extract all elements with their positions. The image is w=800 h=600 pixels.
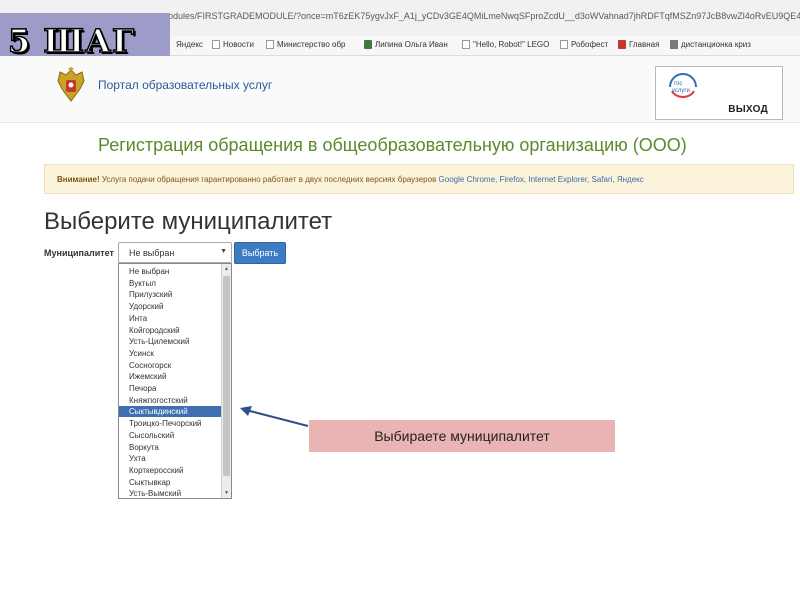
dropdown-option[interactable]: Сысольский (119, 430, 221, 441)
chevron-down-icon: ▼ (220, 248, 227, 255)
dropdown-option[interactable]: Сосногорск (119, 360, 221, 371)
bookmark-label: Министерство обр (277, 40, 346, 49)
browser-warning-alert: Внимание! Услуга подачи обращения гарант… (44, 164, 794, 194)
alert-bold: Внимание! (57, 175, 100, 184)
gos-logo-line1: гос (674, 81, 682, 87)
dropdown-option[interactable]: Вуктыл (119, 278, 221, 289)
bookmark-glavnaya[interactable]: Главная (618, 40, 659, 49)
gos-logo-line2: услуги (672, 88, 690, 94)
scroll-up-icon[interactable]: ▲ (222, 264, 231, 274)
annotation-callout: Выбираете муниципалитет (309, 420, 615, 452)
bookmark-hello-robot[interactable]: "Hello, Robot!" LEGO (462, 40, 549, 49)
site-header: Портал образовательных услуг гос услуги … (0, 56, 800, 123)
page-icon (266, 40, 274, 49)
bookmark-robofest[interactable]: Робофест (560, 40, 608, 49)
municipality-label: Муниципалитет (44, 248, 114, 258)
scroll-thumb[interactable] (223, 276, 230, 476)
dropdown-option[interactable]: Воркута (119, 442, 221, 453)
dropdown-option[interactable]: Сыктывкар (119, 477, 221, 488)
dropdown-option[interactable]: Усть-Вымский (119, 488, 221, 498)
section-title: Выберите муниципалитет (44, 208, 333, 235)
gosuslugi-box[interactable]: гос услуги ВЫХОД (655, 66, 783, 120)
municipality-dropdown-list[interactable]: Не выбран Вуктыл Прилузский Удорский Инт… (118, 263, 232, 499)
bookmark-ministry[interactable]: Министерство обр (266, 40, 345, 49)
municipality-select[interactable]: Не выбран ▼ (118, 242, 232, 263)
bookmark-lipina[interactable]: Липина Ольга Иван (364, 40, 448, 49)
dropdown-option[interactable]: Усинск (119, 348, 221, 359)
bookmark-label: дистанционка криз (681, 40, 751, 49)
flag-icon (618, 40, 626, 49)
dropdown-option[interactable]: Койгородский (119, 325, 221, 336)
bookmark-label: Яндекс (176, 40, 203, 49)
page-icon (462, 40, 470, 49)
bookmark-novosti[interactable]: Новости (212, 40, 254, 49)
dropdown-option[interactable]: Ухта (119, 453, 221, 464)
arrow-left-icon (240, 406, 309, 427)
select-value: Не выбран (129, 248, 175, 258)
bookmark-label: Липина Ольга Иван (375, 40, 448, 49)
bookmark-distance[interactable]: дистанционка криз (670, 40, 751, 49)
coat-of-arms-icon[interactable] (54, 67, 88, 105)
bookmark-yandex[interactable]: Яндекс (176, 40, 203, 49)
page-title: Регистрация обращения в общеобразователь… (98, 135, 687, 155)
dropdown-scrollbar[interactable]: ▲ ▼ (221, 264, 231, 498)
dropdown-option[interactable]: Не выбран (119, 266, 221, 277)
bookmark-label: Главная (629, 40, 660, 49)
alert-browser-links[interactable]: Google Chrome, Firefox, Internet Explore… (439, 175, 644, 184)
dropdown-option[interactable]: Корткеросский (119, 465, 221, 476)
dropdown-option-selected[interactable]: Сыктывдинский (119, 406, 221, 418)
page-icon (560, 40, 568, 49)
bookmark-label: Новости (223, 40, 254, 49)
scroll-down-icon[interactable]: ▼ (222, 488, 231, 498)
step-badge-text: 5 ШАГ (7, 21, 136, 61)
url-text[interactable]: odules/FIRSTGRADEMODULE/?once=mT6zEK75yg… (168, 11, 800, 21)
gosuslugi-logo-icon: гос услуги (669, 73, 697, 98)
dropdown-option[interactable]: Усть-Цилемский (119, 336, 221, 347)
portal-title-link[interactable]: Портал образовательных услуг (98, 78, 272, 92)
dropdown-option[interactable]: Печора (119, 383, 221, 394)
exit-link[interactable]: ВЫХОД (728, 104, 768, 115)
alert-text: Услуга подачи обращения гарантированно р… (99, 175, 439, 184)
dropdown-option[interactable]: Удорский (119, 301, 221, 312)
choose-button[interactable]: Выбрать (234, 242, 286, 264)
check-icon (364, 40, 372, 49)
dropdown-option[interactable]: Прилузский (119, 289, 221, 300)
dropdown-option[interactable]: Троицко-Печорский (119, 418, 221, 429)
dropdown-option[interactable]: Княжпогостский (119, 395, 221, 406)
page-icon (212, 40, 220, 49)
dropdown-option[interactable]: Ижемский (119, 371, 221, 382)
dropdown-option[interactable]: Инта (119, 313, 221, 324)
bookmark-label: Робофест (571, 40, 609, 49)
grid-icon (670, 40, 678, 49)
bookmark-label: "Hello, Robot!" LEGO (473, 40, 550, 49)
